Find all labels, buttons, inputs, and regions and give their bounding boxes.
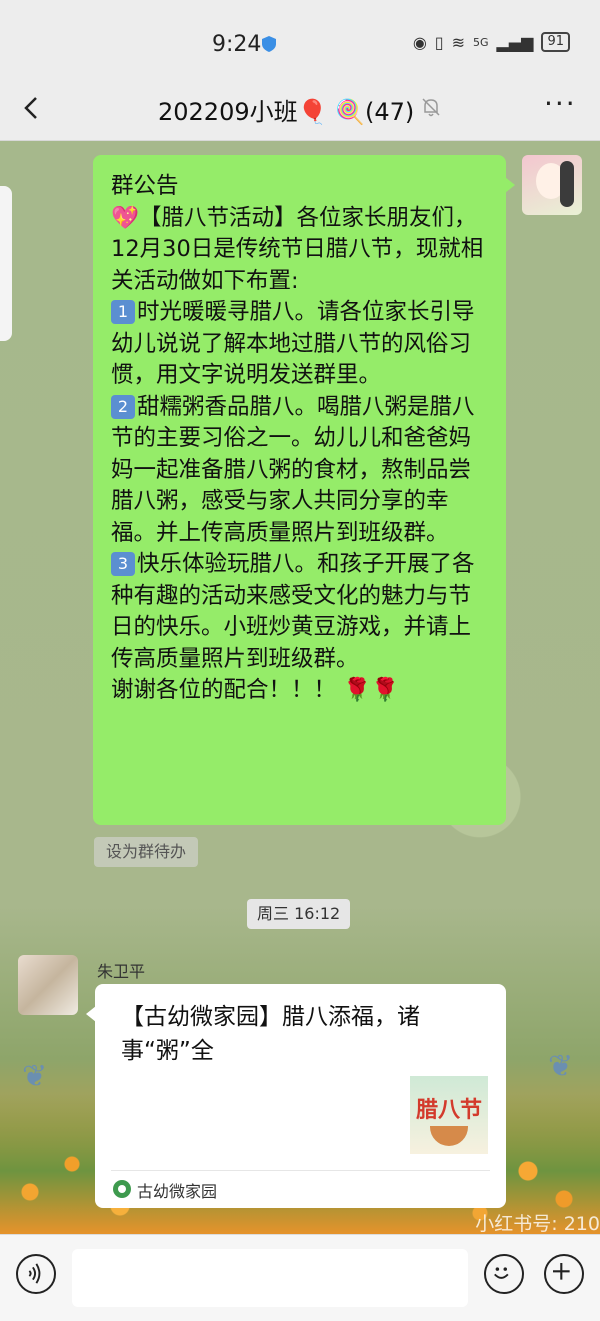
- announcement-item-1: 1 时光暖暖寻腊八。请各位家长引导幼儿说说了解本地过腊八节的风俗习惯，用文字说明发…: [111, 297, 488, 392]
- more-actions-button[interactable]: [544, 1254, 584, 1294]
- battery-icon: 91: [541, 32, 570, 52]
- announcement-item-3: 3 快乐体验玩腊八。和孩子开展了各种有趣的活动来感受文化的魅力与节日的快乐。小班炒…: [111, 549, 488, 675]
- vibrate-icon: ▯: [434, 32, 444, 52]
- input-bar: [0, 1234, 600, 1321]
- status-icons: ◉ ▯ ≋ 5G ▂▄▆ 91: [413, 32, 570, 52]
- article-title: 【古幼微家园】腊八添福，诸事“粥”全: [121, 1004, 420, 1064]
- smiley-icon: [494, 1267, 509, 1279]
- announcement-thanks: 谢谢各位的配合！！！ 🌹🌹: [111, 677, 400, 703]
- message-timestamp: 周三 16:12: [247, 899, 351, 929]
- plus-icon: [553, 1263, 570, 1280]
- side-panel-edge: [0, 186, 12, 341]
- my-avatar[interactable]: [522, 155, 582, 215]
- chat-title: 202209小班🎈 🍭(47): [158, 98, 415, 126]
- announcement-item-2: 2 甜糯粥香品腊八。喝腊八粥是腊八节的主要习俗之一。幼儿儿和爸爸妈妈一起准备腊八粥…: [111, 392, 488, 550]
- announcement-item-2-text: 甜糯粥香品腊八。喝腊八粥是腊八节的主要习俗之一。幼儿儿和爸爸妈妈一起准备腊八粥的…: [111, 393, 475, 546]
- announcement-label: 群公告: [111, 173, 179, 199]
- shared-article-card[interactable]: 【古幼微家园】腊八添福，诸事“粥”全 腊八节 古幼微家园: [86, 984, 506, 1208]
- shield-icon: [262, 36, 276, 52]
- sender-avatar[interactable]: [18, 955, 78, 1015]
- keycap-3-icon: 3: [111, 552, 135, 576]
- keycap-1-icon: 1: [111, 300, 135, 324]
- keycap-2-icon: 2: [111, 394, 135, 419]
- eye-icon: ◉: [412, 32, 427, 52]
- status-bar: 9:24 ◉ ▯ ≋ 5G ▂▄▆ 91: [0, 0, 600, 78]
- set-group-todo-button[interactable]: 设为群待办: [94, 837, 199, 867]
- voice-icon: [28, 1263, 41, 1284]
- watermark: 小红书号: 210: [475, 1213, 600, 1234]
- mute-bell-icon: [422, 98, 440, 117]
- network-label: 5G: [473, 35, 489, 49]
- announcement-intro: 💖【腊八节活动】各位家长朋友们，12月30日是传统节日腊八节，现就相关活动做如下…: [111, 204, 484, 294]
- more-options-icon[interactable]: ···: [544, 90, 578, 122]
- chat-header: 202209小班🎈 🍭(47) ···: [0, 78, 600, 141]
- chat-area[interactable]: 群公告 💖【腊八节活动】各位家长朋友们，12月30日是传统节日腊八节，现就相关活…: [0, 141, 600, 1234]
- voice-input-button[interactable]: [16, 1254, 56, 1294]
- card-divider: [111, 1170, 490, 1171]
- avatar-hair: [560, 161, 574, 207]
- announcement-item-1-text: 时光暖暖寻腊八。请各位家长引导幼儿说说了解本地过腊八节的风俗习惯，用文字说明发送…: [111, 299, 475, 388]
- announcement-bubble[interactable]: 群公告 💖【腊八节活动】各位家长朋友们，12月30日是传统节日腊八节，现就相关活…: [93, 155, 515, 825]
- status-time: 9:24: [212, 32, 262, 57]
- butterfly-decoration-icon: ❦: [548, 1049, 574, 1084]
- emoji-button[interactable]: [484, 1254, 524, 1294]
- back-arrow-icon[interactable]: [18, 94, 46, 122]
- wifi-icon: ≋: [451, 32, 465, 52]
- butterfly-decoration-icon: ❦: [22, 1059, 48, 1094]
- announcement-item-3-text: 快乐体验玩腊八。和孩子开展了各种有趣的活动来感受文化的魅力与节日的快乐。小班炒黄…: [111, 551, 475, 672]
- signal-icon: ▂▄▆: [496, 32, 534, 52]
- sender-name: 朱卫平: [97, 962, 146, 981]
- thumbnail-title: 腊八节: [415, 1098, 482, 1123]
- message-input[interactable]: [72, 1249, 468, 1307]
- source-logo-icon: [113, 1180, 131, 1198]
- porridge-bowl-icon: [430, 1126, 468, 1146]
- article-source: 古幼微家园: [137, 1182, 218, 1201]
- article-thumbnail: 腊八节: [410, 1076, 488, 1154]
